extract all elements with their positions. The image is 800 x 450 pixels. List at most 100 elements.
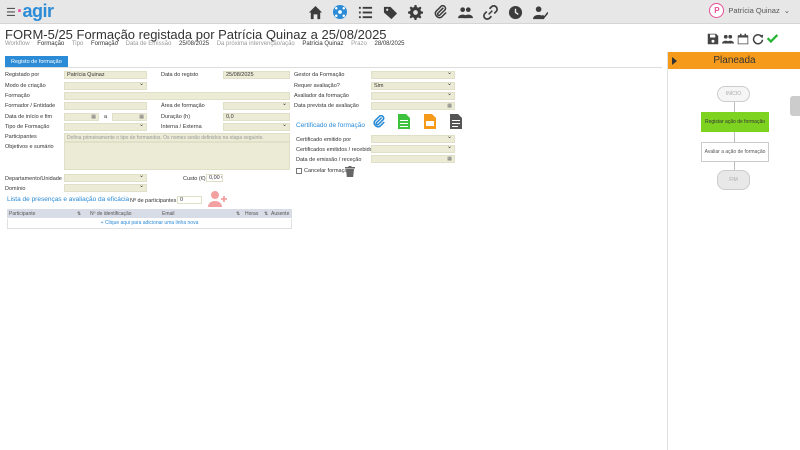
select-certificado-emitido[interactable] bbox=[371, 135, 455, 143]
field-n-participantes[interactable]: 0 bbox=[177, 196, 202, 204]
workflow-connector bbox=[734, 102, 735, 112]
side-chat-tab[interactable] bbox=[790, 96, 800, 116]
label-formacao: Formação bbox=[5, 93, 30, 99]
select-modo-criacao[interactable] bbox=[64, 82, 147, 90]
workflow-connector bbox=[734, 162, 735, 170]
select-certificados-emitidos[interactable] bbox=[371, 145, 455, 153]
label-duracao: Duração (h) bbox=[161, 114, 191, 120]
tab-registo-formacao[interactable]: Registo de formação bbox=[5, 56, 68, 67]
select-area-formacao[interactable] bbox=[223, 102, 290, 110]
chevron-down-icon[interactable]: ⌄ bbox=[784, 6, 790, 15]
date-fim[interactable] bbox=[112, 113, 147, 121]
workflow-node-avaliar[interactable]: Avaliar a ação de formação bbox=[701, 142, 769, 162]
field-registado-por[interactable]: Patrícia Quinaz bbox=[64, 71, 147, 79]
col-participante[interactable]: Participante bbox=[9, 211, 35, 217]
col-horas[interactable]: Horas bbox=[245, 211, 258, 217]
top-bar: ☰ ·agir P Patrícia Quinaz ⌄ bbox=[0, 0, 800, 24]
label-area-formacao: Área de formação bbox=[161, 103, 205, 109]
workflow-connector bbox=[734, 132, 735, 142]
col-sort-icon[interactable]: ⇅ bbox=[77, 211, 81, 217]
label-data-registo: Data do registo bbox=[161, 72, 199, 78]
col-n-identificacao[interactable]: Nº de identificação bbox=[90, 211, 132, 217]
col-ausente[interactable]: Ausente bbox=[271, 211, 289, 217]
date-prevista-avaliacao[interactable] bbox=[371, 102, 455, 110]
label-data-prevista: Data prevista de avaliação bbox=[294, 103, 359, 109]
list-icon[interactable] bbox=[356, 3, 374, 21]
label-tipo-formacao: Tipo de Formação bbox=[5, 124, 50, 130]
workflow-node-start[interactable]: INÍCIO bbox=[717, 86, 750, 102]
workflow-node-end[interactable]: FIM bbox=[717, 170, 750, 190]
presencas-heading: Lista de presenças e avaliação da eficác… bbox=[7, 196, 130, 203]
participantes-placeholder[interactable]: Defina primeiramente o tipo de formandos… bbox=[64, 133, 290, 142]
field-duracao[interactable]: 0,0 bbox=[223, 113, 290, 121]
user-name[interactable]: Patrícia Quinaz bbox=[728, 6, 779, 15]
user-menu[interactable]: P Patrícia Quinaz ⌄ bbox=[709, 3, 790, 18]
date-inicio[interactable] bbox=[64, 113, 99, 121]
page-meta: Workflow Formação Tipo Formação Data de … bbox=[5, 41, 405, 47]
participants-table-header: Participante ⇅ Nº de identificação Email… bbox=[7, 209, 292, 218]
link-icon[interactable] bbox=[481, 3, 499, 21]
label-certificados-emitidos: Certificados emitidos / recebidos? bbox=[296, 147, 379, 153]
label-departamento: Departamento/Unidade bbox=[5, 176, 62, 182]
label-gestor: Gestor da Formação bbox=[294, 72, 345, 78]
refresh-icon[interactable] bbox=[751, 32, 764, 45]
cancel-checkbox[interactable] bbox=[296, 168, 302, 174]
page-title: FORM-5/25 Formação registada por Patríci… bbox=[5, 27, 387, 42]
textarea-objetivos[interactable] bbox=[64, 142, 290, 170]
avatar[interactable]: P bbox=[709, 3, 725, 18]
field-data-registo[interactable]: 25/08/2025 bbox=[223, 71, 290, 79]
select-departamento[interactable] bbox=[64, 174, 147, 182]
col-sort-icon-2[interactable]: ⇅ bbox=[236, 211, 240, 217]
tab-divider bbox=[5, 67, 662, 68]
select-gestor[interactable] bbox=[371, 71, 455, 79]
gear-icon[interactable] bbox=[406, 3, 424, 21]
label-formador: Formador / Entidade bbox=[5, 103, 56, 109]
label-data-inicio-fim: Data de início e fim bbox=[5, 114, 53, 120]
paperclip-icon[interactable] bbox=[431, 3, 449, 21]
date-emissao[interactable] bbox=[371, 155, 455, 163]
label-certificado-emitido: Certificado emitido por bbox=[296, 137, 352, 143]
presentation-file-icon[interactable] bbox=[424, 114, 436, 134]
select-requer-avaliacao[interactable]: Sim bbox=[371, 82, 455, 90]
label-participantes: Participantes bbox=[5, 134, 37, 140]
label-interna-externa: Interna / Externa bbox=[161, 124, 202, 130]
col-sort-icon-3[interactable]: ⇅ bbox=[264, 211, 268, 217]
users-icon[interactable] bbox=[456, 3, 474, 21]
workflow-panel: Planeada INÍCIO Registar ação de formaçã… bbox=[667, 52, 800, 450]
field-formacao[interactable] bbox=[64, 92, 290, 100]
state-arrow-icon[interactable] bbox=[672, 57, 677, 65]
field-formador[interactable] bbox=[64, 102, 147, 110]
user-check-icon[interactable] bbox=[531, 3, 549, 21]
group-icon[interactable] bbox=[721, 32, 734, 45]
document-file-icon[interactable] bbox=[450, 114, 462, 134]
label-avaliador: Avaliador da formação bbox=[294, 93, 349, 99]
select-dominio[interactable] bbox=[64, 184, 147, 192]
trash-icon[interactable] bbox=[345, 164, 355, 182]
certificado-heading: Certificado de formação bbox=[296, 122, 366, 129]
label-objetivos: Objetivos e sumário bbox=[5, 144, 54, 150]
label-cancelar: Cancelar formação bbox=[304, 168, 351, 174]
spreadsheet-file-icon[interactable] bbox=[398, 114, 410, 134]
field-custo[interactable]: 0,00 € bbox=[206, 174, 223, 182]
add-row-link[interactable]: + Clique aqui para adicionar uma linha n… bbox=[7, 219, 292, 229]
check-icon[interactable] bbox=[766, 32, 779, 45]
label-modo-criacao: Modo de criação bbox=[5, 83, 46, 89]
label-date-separator: a bbox=[104, 114, 108, 120]
select-avaliador[interactable] bbox=[371, 92, 455, 100]
tags-icon[interactable] bbox=[381, 3, 399, 21]
clock-icon[interactable] bbox=[506, 3, 524, 21]
select-tipo-formacao[interactable] bbox=[64, 123, 147, 131]
save-icon[interactable] bbox=[706, 32, 719, 45]
action-bar bbox=[706, 32, 779, 45]
calendar-icon[interactable] bbox=[736, 32, 749, 45]
home-icon[interactable] bbox=[306, 3, 324, 21]
label-data-emissao: Data de emissão / receção bbox=[296, 157, 362, 163]
workflow-node-registar[interactable]: Registar ação de formação bbox=[701, 112, 769, 132]
menu-icon[interactable]: ☰ bbox=[6, 6, 16, 19]
select-interna-externa[interactable] bbox=[223, 123, 290, 131]
attach-paperclip-icon[interactable] bbox=[372, 114, 386, 134]
top-nav-icons bbox=[306, 3, 549, 21]
col-email[interactable]: Email bbox=[162, 211, 175, 217]
network-icon[interactable] bbox=[333, 5, 347, 19]
app-logo[interactable]: ·agir bbox=[17, 1, 54, 22]
